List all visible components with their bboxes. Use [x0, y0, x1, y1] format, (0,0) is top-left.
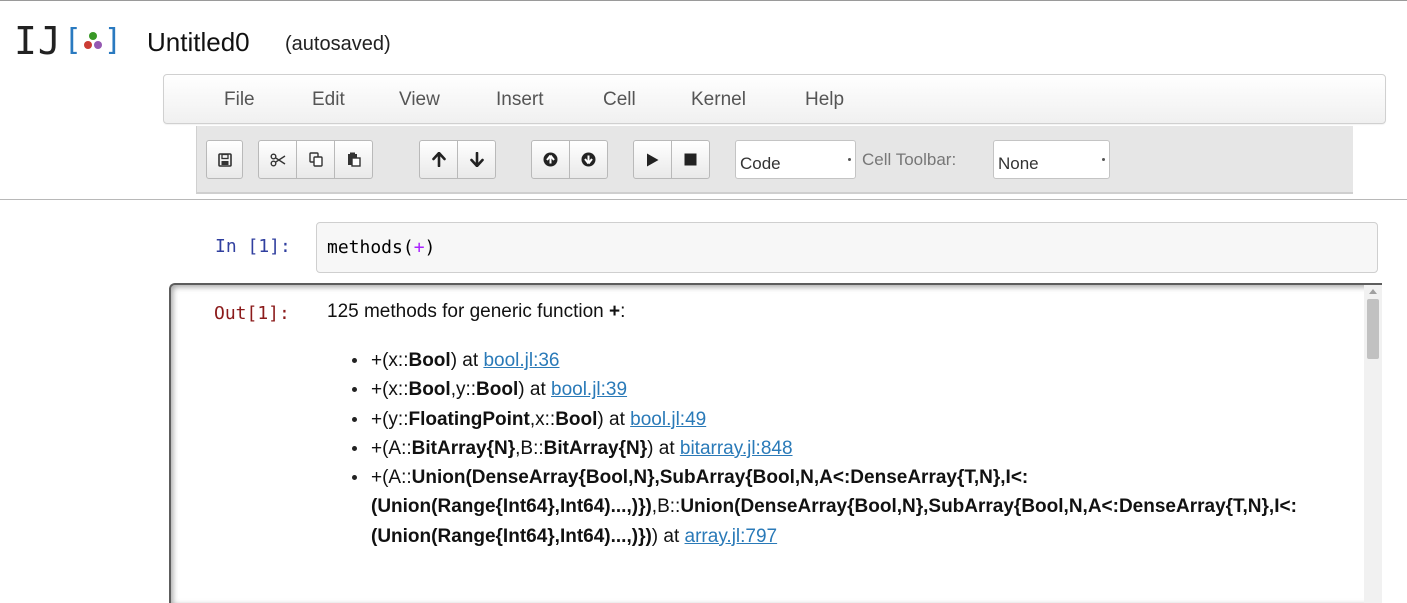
code-function: methods(: [327, 237, 414, 258]
method-signature-text: +(A::: [371, 437, 412, 459]
interrupt-kernel-button[interactable]: [671, 140, 710, 179]
cut-button[interactable]: [258, 140, 297, 179]
method-signature-text: ,B::: [515, 437, 544, 459]
method-location-prefix: at: [457, 350, 484, 371]
method-location-prefix: at: [658, 525, 685, 547]
insert-cell-below-button[interactable]: [569, 140, 608, 179]
output-header: 125 methods for generic function +:: [327, 299, 1367, 325]
method-type: BitArray{N}: [411, 437, 516, 459]
scrollbar-thumb[interactable]: [1367, 299, 1379, 359]
menu-bar: File Edit View Insert Cell Kernel Help: [163, 74, 1386, 124]
julia-dots-icon: [83, 30, 103, 52]
logo-bracket-right: ]: [103, 23, 122, 58]
insert-above-icon: [543, 152, 558, 167]
method-location-prefix: at: [524, 379, 551, 401]
method-type: FloatingPoint: [408, 408, 530, 430]
insert-cell-above-button[interactable]: [531, 140, 570, 179]
logo-dot: [88, 32, 97, 40]
logo-dot: [93, 41, 102, 49]
menu-file[interactable]: File: [224, 89, 255, 111]
move-cell-up-button[interactable]: [419, 140, 458, 179]
dropdown-caret-icon: [1102, 158, 1105, 161]
code-operator: +: [413, 237, 425, 258]
run-cell-button[interactable]: [633, 140, 672, 179]
code-text: methods(+): [327, 237, 435, 258]
copy-icon: [308, 152, 323, 167]
autosave-status: (autosaved): [285, 33, 391, 55]
method-type: (Union(Range{Int64},Int64)...,)}): [371, 496, 652, 518]
cell-type-value: Code: [740, 154, 781, 173]
main-toolbar: Code Cell Toolbar: None: [196, 126, 1353, 194]
menu-kernel[interactable]: Kernel: [691, 89, 746, 111]
output-prompt: Out[1]:: [214, 303, 290, 324]
method-type: Bool: [476, 379, 519, 401]
menu-help[interactable]: Help: [805, 89, 844, 111]
method-type: BitArray{N}: [543, 437, 648, 459]
method-signature-text: +(A::: [371, 467, 412, 489]
stop-icon: [684, 153, 697, 166]
method-type: Union(DenseArray{Bool,N},SubArray{Bool,N…: [411, 467, 1029, 489]
method-signature-text: ,y::: [450, 379, 477, 401]
code-paren: ): [424, 237, 436, 258]
method-source-link[interactable]: bool.jl:39: [551, 379, 627, 400]
output-header-colon: :: [620, 301, 626, 322]
method-list-item: +(x::Bool) at bool.jl:36: [327, 346, 1367, 375]
method-list-item: +(A::Union(DenseArray{Bool,N},SubArray{B…: [327, 463, 1367, 551]
method-type: Union(DenseArray{Bool,N},SubArray{Bool,N…: [680, 496, 1297, 518]
method-list-item: +(x::Bool,y::Bool) at bool.jl:39: [327, 375, 1367, 404]
method-signature-text: ,x::: [529, 408, 556, 430]
method-list: +(x::Bool) at bool.jl:36 +(x::Bool,y::Boo…: [327, 346, 1367, 551]
method-type: Bool: [408, 379, 451, 401]
cut-icon: [270, 153, 285, 166]
menu-edit[interactable]: Edit: [312, 89, 345, 111]
method-signature-text: ,B::: [651, 496, 681, 518]
method-source-link[interactable]: array.jl:797: [685, 526, 778, 547]
method-signature-text: +(y::: [371, 408, 409, 430]
output-header-function: +: [609, 301, 621, 322]
method-signature-text: +(x::: [371, 350, 409, 371]
input-prompt: In [1]:: [215, 236, 291, 257]
code-input-area[interactable]: methods(+): [316, 222, 1378, 273]
output-content: 125 methods for generic function +: +(x:…: [327, 299, 1367, 551]
menu-cell[interactable]: Cell: [603, 89, 636, 111]
save-button[interactable]: [206, 140, 243, 179]
scroll-up-arrow-icon[interactable]: [1369, 289, 1377, 294]
menu-insert[interactable]: Insert: [496, 89, 544, 111]
cell-toolbar-label: Cell Toolbar:: [862, 150, 957, 169]
notebook-header: IJ [ ] Untitled0 (autosaved) File Edit V…: [0, 0, 1407, 200]
method-source-link[interactable]: bool.jl:36: [483, 350, 559, 371]
method-type: Bool: [408, 350, 451, 371]
cell-toolbar-select[interactable]: None: [993, 140, 1110, 179]
output-header-text: 125 methods for generic function: [327, 301, 610, 322]
method-signature-text: +(x::: [371, 379, 409, 401]
dropdown-caret-icon: [848, 158, 851, 161]
save-icon: [217, 152, 232, 167]
method-source-link[interactable]: bool.jl:49: [630, 409, 706, 430]
paste-button[interactable]: [334, 140, 373, 179]
arrow-up-icon: [431, 152, 446, 167]
logo-bracket-left: [: [63, 23, 82, 58]
insert-below-icon: [581, 152, 596, 167]
method-list-item: +(A::BitArray{N},B::BitArray{N}) at bita…: [327, 434, 1367, 463]
copy-button[interactable]: [296, 140, 335, 179]
logo-dot: [83, 41, 92, 49]
menu-view[interactable]: View: [399, 89, 440, 111]
ijulia-logo[interactable]: IJ [ ]: [14, 21, 122, 61]
run-icon: [647, 153, 659, 166]
notebook-name[interactable]: Untitled0: [147, 27, 250, 58]
paste-icon: [347, 152, 361, 167]
method-list-item: +(y::FloatingPoint,x::Bool) at bool.jl:4…: [327, 405, 1367, 434]
method-type: (Union(Range{Int64},Int64)...,)}): [371, 525, 652, 547]
move-cell-down-button[interactable]: [457, 140, 496, 179]
logo-text: IJ: [14, 19, 62, 63]
cell-type-select[interactable]: Code: [735, 140, 856, 179]
method-location-prefix: at: [603, 408, 631, 430]
output-area: Out[1]: 125 methods for generic function…: [169, 283, 1382, 603]
cell-toolbar-value: None: [998, 154, 1039, 173]
method-source-link[interactable]: bitarray.jl:848: [680, 438, 793, 459]
method-type: Bool: [555, 408, 598, 430]
method-location-prefix: at: [653, 437, 680, 459]
arrow-down-icon: [469, 152, 484, 167]
